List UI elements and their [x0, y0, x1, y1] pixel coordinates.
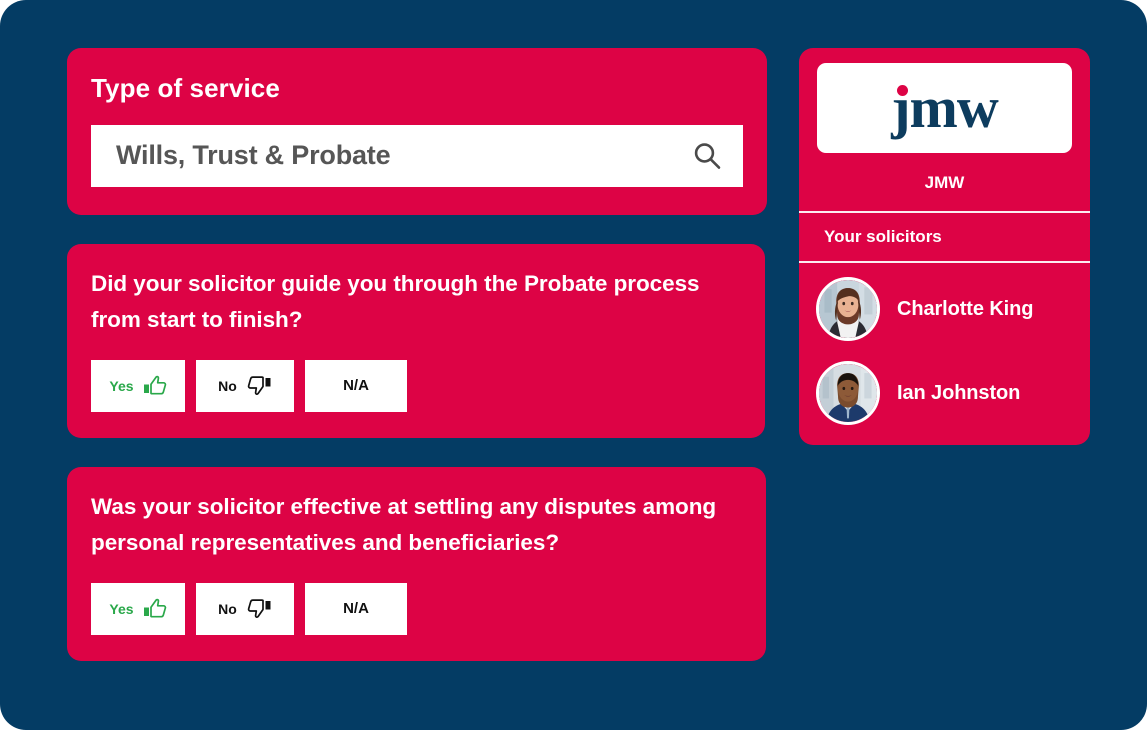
answer-yes-label: Yes [109, 600, 134, 617]
solicitors-section-label: Your solicitors [824, 227, 942, 246]
jmw-logo-text: jmw [891, 75, 999, 140]
service-card-title: Type of service [91, 73, 280, 103]
questionnaire-column: Type of service Wills, Trust & Probate D… [67, 48, 767, 661]
firm-sidebar: jmw JMW Your solicitors Charlotte King I… [799, 48, 1090, 445]
firm-name: JMW [924, 173, 965, 192]
solicitor-list: Charlotte King Ian Johnston [799, 263, 1090, 425]
thumbs-up-icon [143, 598, 166, 618]
answer-no-button[interactable]: No [196, 359, 294, 412]
answer-yes-label: Yes [109, 377, 134, 394]
thumbs-up-icon [143, 375, 166, 395]
service-search-field[interactable]: Wills, Trust & Probate [91, 124, 743, 187]
avatar-charlotte-king [816, 277, 880, 341]
question-card-2: Was your solicitor effective at settling… [67, 466, 766, 661]
answer-options: Yes No N/A [91, 582, 742, 635]
avatar-image [819, 364, 877, 422]
service-selector-card: Type of service Wills, Trust & Probate [67, 48, 767, 215]
jmw-logo: jmw [891, 79, 999, 137]
app-panel: Type of service Wills, Trust & Probate D… [0, 0, 1147, 730]
question-text: Was your solicitor effective at settling… [91, 493, 717, 555]
list-item[interactable]: Ian Johnston [799, 361, 1090, 425]
answer-no-label: No [218, 377, 237, 394]
solicitor-name: Charlotte King [897, 297, 1034, 320]
list-item[interactable]: Charlotte King [799, 277, 1090, 341]
answer-no-label: No [218, 600, 237, 617]
answer-yes-button[interactable]: Yes [91, 582, 185, 635]
question-card-1: Did your solicitor guide you through the… [67, 243, 765, 438]
avatar-ian-johnston [816, 361, 880, 425]
thumbs-down-icon [247, 598, 271, 618]
answer-no-button[interactable]: No [196, 582, 294, 635]
answer-yes-button[interactable]: Yes [91, 359, 185, 412]
service-search-input[interactable]: Wills, Trust & Probate [116, 140, 671, 171]
divider-bottom [799, 261, 1090, 263]
firm-logo-box: jmw [817, 63, 1072, 153]
divider-top [799, 211, 1090, 213]
answer-na-label: N/A [343, 377, 369, 395]
avatar-image [819, 280, 877, 338]
solicitor-name: Ian Johnston [897, 381, 1021, 404]
thumbs-down-icon [247, 375, 271, 395]
question-text: Did your solicitor guide you through the… [91, 270, 700, 332]
search-button[interactable] [671, 125, 743, 187]
answer-na-label: N/A [343, 600, 369, 618]
answer-na-button[interactable]: N/A [305, 359, 407, 412]
answer-na-button[interactable]: N/A [305, 582, 407, 635]
answer-options: Yes No N/A [91, 359, 741, 412]
search-icon [694, 142, 721, 169]
